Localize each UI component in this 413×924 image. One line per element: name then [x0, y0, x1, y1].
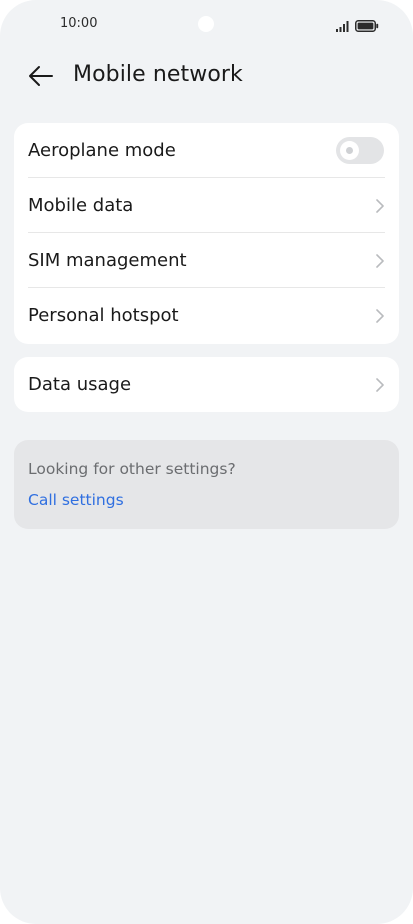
row-label: Data usage: [28, 374, 132, 395]
battery-icon: [355, 17, 379, 36]
sim-management-row[interactable]: SIM management: [14, 233, 399, 288]
row-label: SIM management: [28, 250, 187, 271]
row-label: Personal hotspot: [28, 305, 179, 326]
toggle-knob: [340, 141, 359, 160]
suggestion-card: Looking for other settings? Call setting…: [14, 440, 399, 529]
status-bar: 10:00: [0, 0, 413, 50]
mobile-data-row[interactable]: Mobile data: [14, 178, 399, 233]
settings-card-usage: Data usage: [14, 357, 399, 412]
chevron-right-icon: [375, 376, 385, 394]
chevron-right-icon: [375, 197, 385, 215]
settings-card-main: Aeroplane mode Mobile data SIM managemen…: [14, 123, 399, 344]
data-usage-row[interactable]: Data usage: [14, 357, 399, 412]
row-label: Mobile data: [28, 195, 134, 216]
personal-hotspot-row[interactable]: Personal hotspot: [14, 288, 399, 343]
camera-cutout: [198, 16, 214, 32]
row-label: Aeroplane mode: [28, 140, 176, 161]
back-arrow-icon: [28, 65, 54, 91]
chevron-right-icon: [375, 252, 385, 270]
signal-icon: [336, 17, 349, 36]
aeroplane-mode-toggle[interactable]: [336, 137, 384, 164]
status-icons: [336, 17, 379, 36]
page-title: Mobile network: [73, 62, 243, 87]
mobile-network-screen: 10:00 Mobile network Aeroplane mode Mobi…: [0, 0, 413, 924]
aeroplane-mode-row[interactable]: Aeroplane mode: [14, 123, 399, 178]
back-button[interactable]: [26, 64, 56, 92]
status-time: 10:00: [60, 16, 98, 31]
call-settings-link[interactable]: Call settings: [28, 491, 124, 509]
header: Mobile network: [0, 56, 413, 100]
chevron-right-icon: [375, 307, 385, 325]
suggestion-title: Looking for other settings?: [28, 460, 236, 478]
